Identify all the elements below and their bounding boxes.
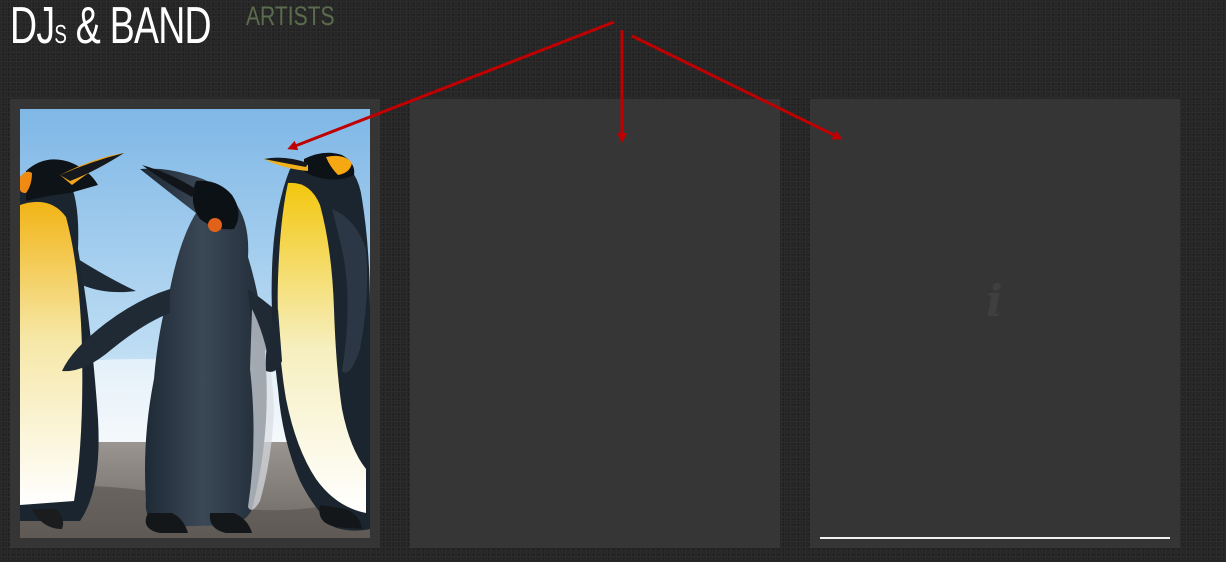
page-title: DJS & BAND: [10, 0, 212, 64]
page-header: DJS & BAND ARTISTS: [10, 0, 335, 56]
card-underline: [820, 537, 1170, 539]
artist-photo[interactable]: [20, 109, 370, 538]
artist-card-1[interactable]: [10, 99, 380, 548]
artist-card-3[interactable]: i: [810, 99, 1180, 548]
info-icon[interactable]: i: [986, 277, 1003, 327]
artist-card-2[interactable]: [410, 99, 780, 548]
page-subtitle: ARTISTS: [246, 1, 335, 31]
penguins-photo: [20, 109, 370, 538]
title-text-dj: DJ: [10, 0, 55, 55]
title-text-band: & BAND: [66, 0, 212, 55]
title-text-s: S: [54, 19, 67, 49]
